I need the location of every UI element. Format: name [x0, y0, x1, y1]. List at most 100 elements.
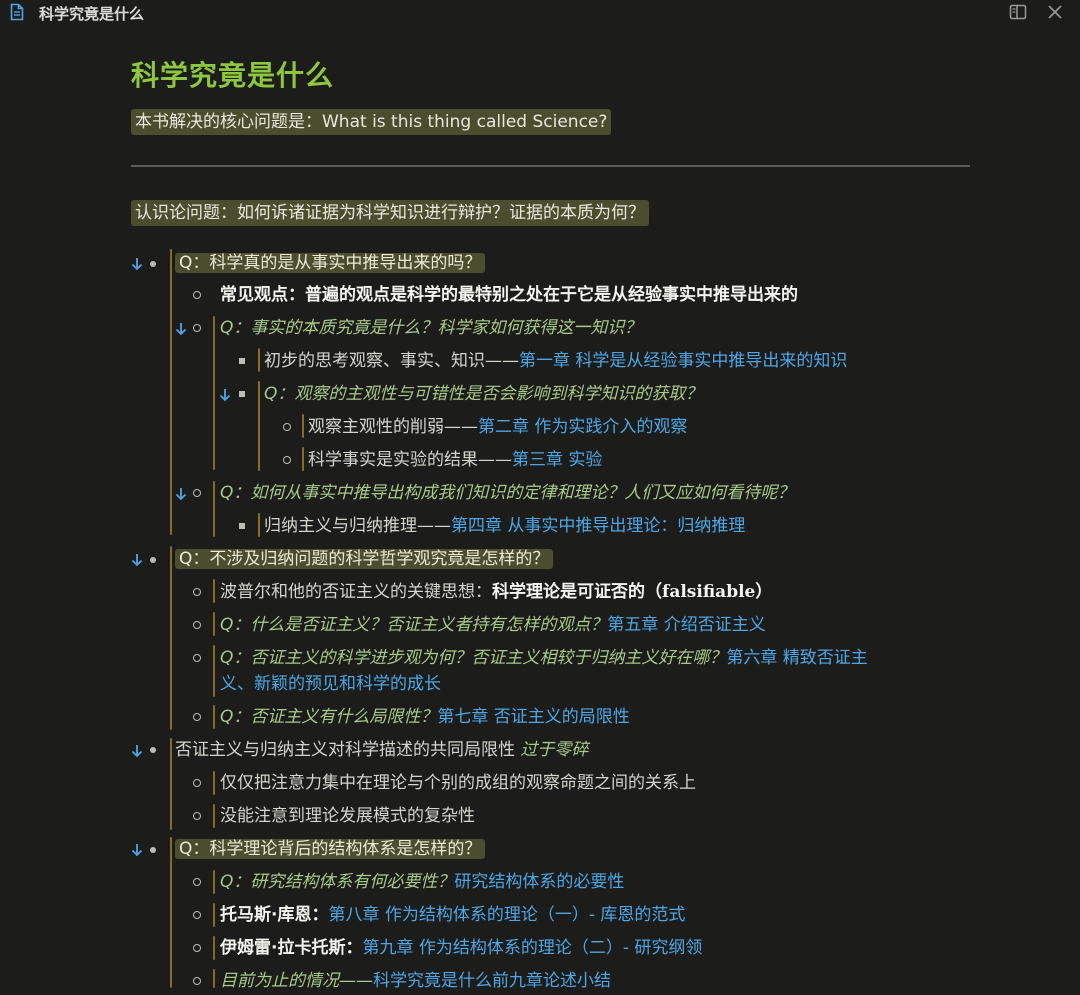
bullet-icon[interactable] — [150, 557, 156, 563]
question-q3: Q：科学理论背后的结构体系是怎样的？ — [175, 839, 486, 859]
collapse-arrow-icon[interactable] — [174, 322, 188, 336]
guide-bar — [213, 579, 215, 603]
bullet-icon[interactable] — [193, 324, 201, 332]
guide-bar — [258, 513, 260, 537]
list-item: 伊姆雷·拉卡托斯：第九章 作为结构体系的理论（二）- 研究纲领 — [220, 934, 702, 962]
list-item: Q：什么是否证主义？否证主义者持有怎样的观点？第五章 介绍否证主义 — [220, 611, 766, 639]
bullet-icon[interactable] — [193, 977, 201, 985]
chapter-link[interactable]: 第三章 实验 — [512, 450, 602, 470]
item-text: 没能注意到理论发展模式的复杂性 — [220, 806, 475, 826]
limits-italic: 过于零碎 — [520, 740, 589, 760]
list-item: Q：否证主义的科学进步观为何？否证主义相较于归纳主义好在哪？第六章 精致否证主 — [220, 644, 868, 672]
bullet-icon[interactable] — [193, 911, 201, 919]
guide-bar — [213, 612, 215, 636]
limits-label: 否证主义与归纳主义对科学描述的共同局限性 — [175, 740, 521, 760]
bullet-icon[interactable] — [193, 812, 201, 820]
question-q1: Q：科学真的是从事实中推导出来的吗？ — [175, 253, 486, 273]
list-item: Q：研究结构体系有何必要性？研究结构体系的必要性 — [220, 868, 624, 896]
bullet-icon[interactable] — [239, 358, 245, 364]
question-q2: Q：不涉及归纳问题的科学哲学观究竟是怎样的？ — [175, 549, 554, 569]
guide-bar — [213, 804, 215, 828]
item-text: 初步的思考观察、事实、知识—— — [264, 351, 519, 371]
guide-bar — [258, 381, 260, 471]
item-text: 波普尔和他的否证主义的关键思想： — [220, 582, 492, 602]
list-item: 没能注意到理论发展模式的复杂性 — [220, 802, 475, 830]
bullet-icon[interactable] — [193, 489, 201, 497]
list-item: 归纳主义与归纳推理——第四章 从事实中推导出理论：归纳推理 — [264, 512, 745, 540]
question-q1b: Q：如何从事实中推导出构成我们知识的定律和理论？人们又应如何看待呢？ — [220, 483, 795, 503]
bullet-icon[interactable] — [193, 878, 201, 886]
bullet-icon[interactable] — [283, 423, 291, 431]
guide-bar — [213, 645, 215, 697]
common-view-label: 常见观点： — [220, 285, 305, 305]
list-item: Q：否证主义有什么局限性？第七章 否证主义的局限性 — [220, 703, 630, 731]
list-item: Q：不涉及归纳问题的科学哲学观究竟是怎样的？ — [175, 545, 554, 573]
bullet-icon[interactable] — [150, 747, 156, 753]
chapter-link[interactable]: 第四章 从事实中推导出理论：归纳推理 — [451, 516, 745, 536]
guide-bar — [302, 414, 304, 438]
guide-bar — [258, 348, 260, 372]
guide-bar — [213, 936, 215, 960]
chapter-link[interactable]: 义、新颖的预见和科学的成长 — [220, 674, 441, 694]
guide-bar — [213, 903, 215, 927]
bullet-icon[interactable] — [193, 779, 201, 787]
item-text: 仅仅把注意力集中在理论与个别的成组的观察命题之间的关系上 — [220, 773, 696, 793]
list-item: 否证主义与归纳主义对科学描述的共同局限性 过于零碎 — [175, 736, 588, 764]
bullet-icon[interactable] — [193, 588, 201, 596]
item-text: 归纳主义与归纳推理—— — [264, 516, 451, 536]
question-text: Q：否证主义有什么局限性？ — [220, 707, 438, 727]
bullet-icon[interactable] — [193, 654, 201, 662]
chapter-link[interactable]: 第八章 作为结构体系的理论（一）- 库恩的范式 — [328, 905, 685, 925]
list-item: 托马斯·库恩：第八章 作为结构体系的理论（一）- 库恩的范式 — [220, 901, 685, 929]
guide-bar — [213, 705, 215, 729]
bullet-icon[interactable] — [150, 261, 156, 267]
bullet-icon[interactable] — [193, 944, 201, 952]
guide-bar — [170, 738, 172, 830]
chapter-link[interactable]: 研究结构体系的必要性 — [454, 872, 624, 892]
bullet-icon[interactable] — [193, 713, 201, 721]
collapse-arrow-icon[interactable] — [130, 843, 144, 857]
list-item: 常见观点：普遍的观点是科学的最特别之处在于它是从经验事实中推导出来的 — [220, 281, 798, 309]
guide-bar — [213, 771, 215, 795]
chapter-link[interactable]: 第五章 介绍否证主义 — [607, 615, 765, 635]
collapse-arrow-icon[interactable] — [130, 553, 144, 567]
chapter-link[interactable]: 第二章 作为实践介入的观察 — [478, 417, 687, 437]
collapse-arrow-icon[interactable] — [174, 487, 188, 501]
chapter-link[interactable]: 第七章 否证主义的局限性 — [437, 707, 629, 727]
guide-bar — [302, 447, 304, 471]
question-q1a-sub: Q：观察的主观性与可错性是否会影响到科学知识的获取？ — [264, 384, 703, 404]
bullet-icon[interactable] — [239, 523, 245, 529]
list-item: Q：事实的本质究竟是什么？科学家如何获得这一知识？ — [220, 314, 641, 342]
list-item: 仅仅把注意力集中在理论与个别的成组的观察命题之间的关系上 — [220, 769, 696, 797]
question-text: Q：什么是否证主义？否证主义者持有怎样的观点？ — [220, 615, 608, 635]
collapse-arrow-icon[interactable] — [218, 388, 232, 402]
item-bold: 伊姆雷·拉卡托斯： — [220, 938, 363, 958]
guide-bar — [213, 481, 215, 537]
list-item: 目前为止的情况——科学究竟是什么前九章论述小结 — [220, 967, 611, 995]
item-text: 科学事实是实验的结果—— — [308, 450, 512, 470]
chapter-link[interactable]: 第六章 精致否证主 — [726, 648, 867, 668]
collapse-arrow-icon[interactable] — [130, 744, 144, 758]
bullet-icon[interactable] — [150, 847, 156, 853]
guide-bar — [170, 546, 172, 730]
chapter-link[interactable]: 科学究竟是什么前九章论述小结 — [373, 971, 611, 991]
guide-bar — [213, 316, 215, 470]
question-q1a: Q：事实的本质究竟是什么？科学家如何获得这一知识？ — [220, 318, 642, 338]
list-item: 波普尔和他的否证主义的关键思想：科学理论是可证否的（falsifiable） — [220, 578, 772, 606]
common-view-text: 普遍的观点是科学的最特别之处在于它是从经验事实中推导出来的 — [305, 285, 798, 305]
list-item: Q：观察的主观性与可错性是否会影响到科学知识的获取？ — [264, 380, 702, 408]
bullet-icon[interactable] — [193, 621, 201, 629]
bullet-icon[interactable] — [193, 291, 201, 299]
chapter-link[interactable]: 第九章 作为结构体系的理论（二）- 研究纲领 — [362, 938, 702, 958]
list-item: Q：科学真的是从事实中推导出来的吗？ — [175, 249, 486, 277]
guide-bar — [170, 249, 172, 535]
list-item: 科学事实是实验的结果——第三章 实验 — [308, 446, 602, 474]
bullet-icon[interactable] — [283, 456, 291, 464]
collapse-arrow-icon[interactable] — [130, 257, 144, 271]
list-item: 初步的思考观察、事实、知识——第一章 科学是从经验事实中推导出来的知识 — [264, 347, 847, 375]
guide-bar — [213, 870, 215, 894]
chapter-link[interactable]: 第一章 科学是从经验事实中推导出来的知识 — [519, 351, 847, 371]
question-text: Q：否证主义的科学进步观为何？否证主义相较于归纳主义好在哪？ — [220, 648, 727, 668]
list-item: 观察主观性的削弱——第二章 作为实践介入的观察 — [308, 413, 687, 441]
bullet-icon[interactable] — [239, 391, 245, 397]
